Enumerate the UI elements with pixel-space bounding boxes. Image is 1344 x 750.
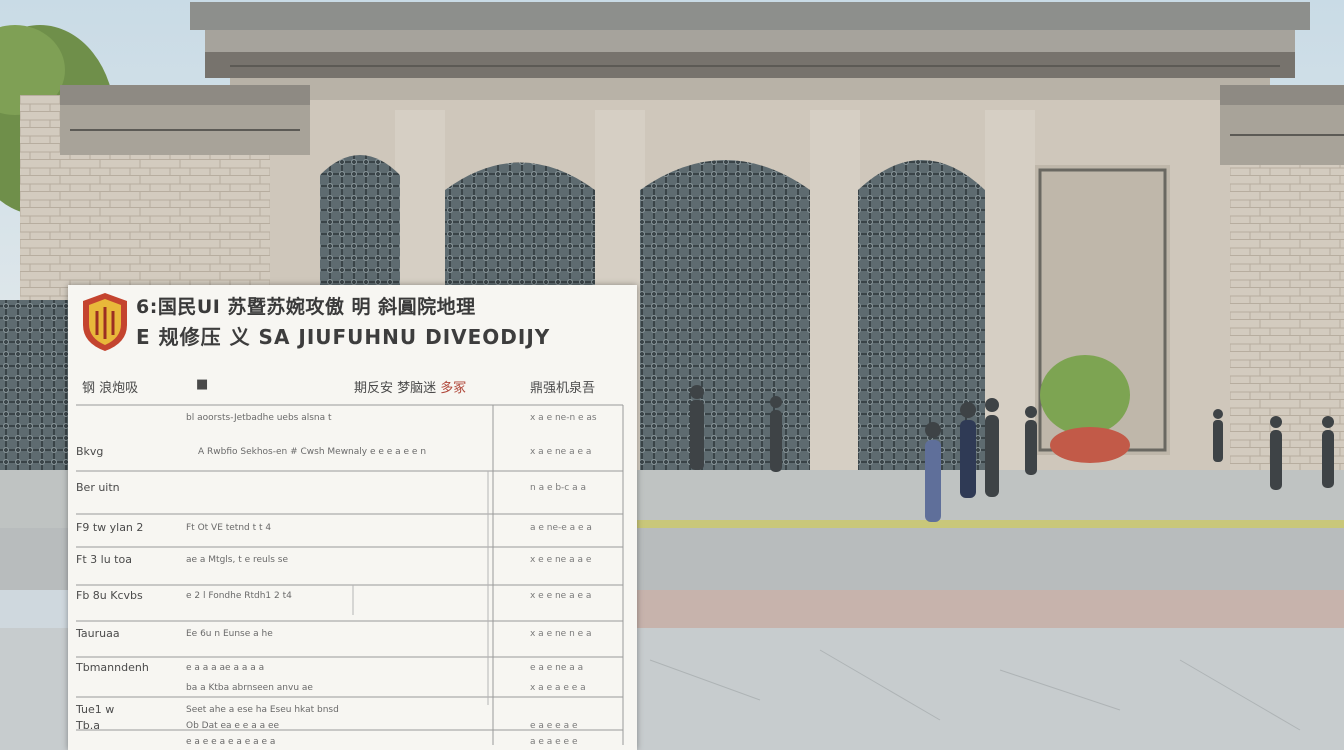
shrub	[1040, 355, 1130, 435]
row-right-text: n a e b-c a a	[530, 483, 586, 493]
row-right-text: x e e ne a e a	[530, 591, 592, 601]
document-card: 6:国民UI 苏暨苏婉攻傲 明 斜圓院地理 E 规修压 义 SA JIUFUHN…	[68, 285, 637, 750]
document-header-left: 钢 浪炮吸	[82, 381, 139, 396]
document-header-right: 鼎强机泉吾	[530, 381, 596, 396]
row-text: e a a a ae a a a a	[186, 663, 265, 673]
row-text: Ob Dat ea e e a a ee	[186, 721, 280, 731]
row-label: Ber uitn	[76, 481, 120, 494]
row-right-text: e a e ne a a	[530, 663, 584, 673]
row-label: Tbmanndenh	[76, 661, 149, 674]
row-text: Ee 6u n Eunse a he	[186, 629, 273, 639]
document-header-mid-text: 期反安 梦脑迷	[354, 381, 437, 396]
document-table-lines	[76, 404, 624, 745]
document-title-line1: 6:国民UI 苏暨苏婉攻傲 明 斜圓院地理	[136, 296, 476, 318]
row-text: ba a Ktba abrnseen anvu ae	[186, 683, 313, 693]
row-text: A Rwbfio Sekhos-en # Cwsh Mewnaly e e e …	[198, 447, 427, 457]
row-right-text: x a e a e e a	[530, 683, 586, 693]
row-label: Tb.a	[76, 719, 100, 732]
school-emblem-icon	[83, 293, 127, 351]
row-label: Bkvg	[76, 445, 104, 458]
row-text: Seet ahe a ese ha Eseu hkat bnsd	[186, 705, 339, 715]
row-text: bl aoorsts-Jetbadhe uebs alsna t	[186, 413, 332, 423]
red-lane	[636, 590, 1344, 628]
row-right-text: x a e ne a e a	[530, 447, 592, 457]
document-header-red-text: 多冢	[440, 381, 467, 396]
row-label: Fb 8u Kcvbs	[76, 589, 143, 602]
row-right-text: e a e e a e	[530, 721, 578, 731]
row-label: Ft 3 lu toa	[76, 553, 132, 566]
document-title-line2: E 规修压 义 SA JIUFUHNU DIVEODIJY	[136, 325, 551, 349]
row-text: ae a Mtgls, t e reuls se	[186, 555, 289, 565]
row-label: Tue1 w	[76, 703, 115, 716]
yellow-curb	[636, 520, 1344, 528]
row-label: Tauruaa	[76, 627, 120, 640]
document-header-mark: ■	[196, 377, 209, 392]
row-right-text: a e a e e e	[530, 737, 578, 747]
row-text: e 2 l Fondhe Rtdh1 2 t4	[186, 591, 292, 601]
row-text: Ft Ot VE tetnd t t 4	[186, 523, 272, 533]
row-right-text: x a e ne-n e as	[530, 413, 597, 423]
row-right-text: x a e ne n e a	[530, 629, 592, 639]
document-header-mid: 期反安 梦脑迷 多冢	[354, 377, 466, 396]
row-right-text: a e ne-e a e a	[530, 523, 592, 533]
row-label: F9 tw ylan 2	[76, 521, 144, 534]
row-text: e a e e a e a e a e a	[186, 737, 276, 747]
row-right-text: x e e ne a a e	[530, 555, 592, 565]
